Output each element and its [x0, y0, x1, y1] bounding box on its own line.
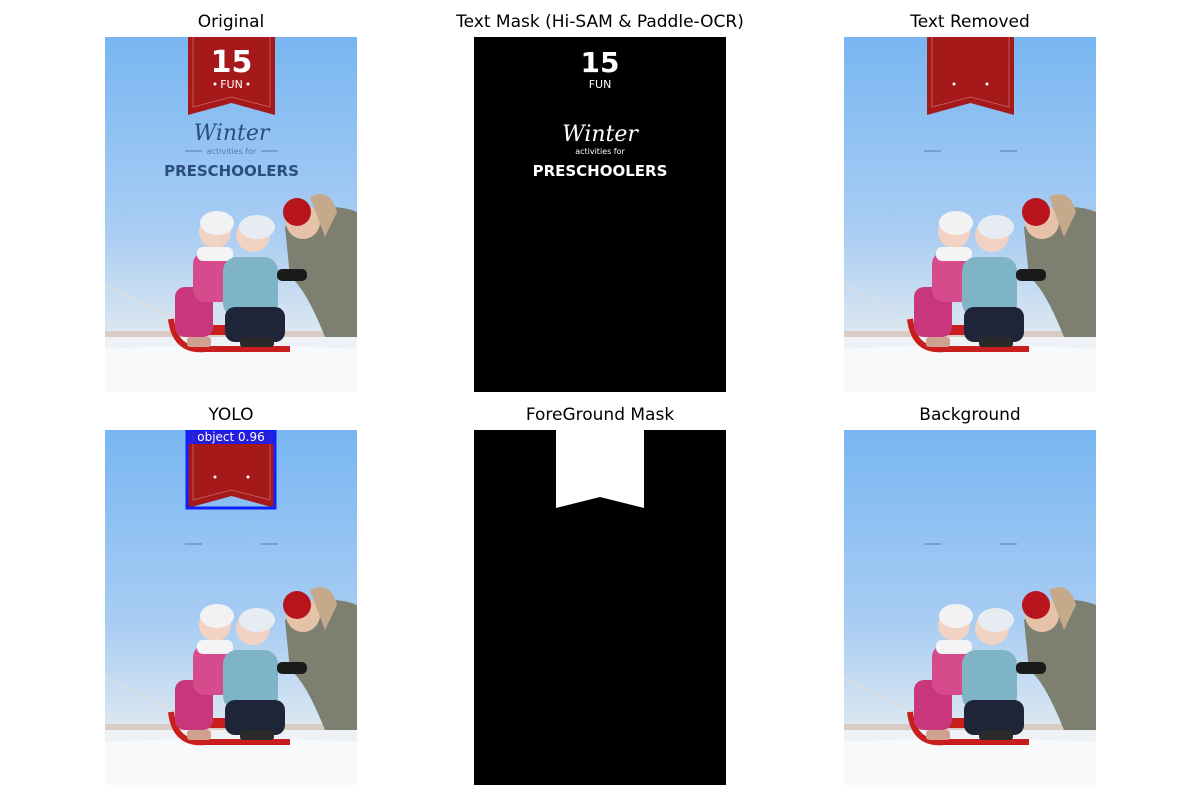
panel-title-foreground-mask: ForeGround Mask [525, 405, 675, 425]
foreground-mask-shape [556, 430, 644, 508]
background-image [844, 430, 1096, 785]
background-panel [844, 430, 1096, 785]
panel-title-text-removed: Text Removed [910, 12, 1030, 32]
text-removed-image [844, 37, 1096, 392]
original-panel: 15 FUN Winter activities for PRESCHOOLER… [105, 37, 357, 392]
yolo-image: object 0.96 [105, 430, 357, 785]
panel-title-original: Original [197, 12, 265, 32]
foreground-mask-image [474, 430, 726, 785]
poster-headline: PRESCHOOLERS [164, 162, 299, 180]
original-image: 15 FUN Winter activities for PRESCHOOLER… [105, 37, 357, 392]
foreground-mask-panel [474, 430, 726, 785]
text-mask-panel: 15 FUN Winter activities for PRESCHOOLER… [474, 37, 726, 392]
yolo-panel: object 0.96 [105, 430, 357, 785]
panel-title-yolo: YOLO [208, 405, 254, 425]
text-removed-panel [844, 37, 1096, 392]
mask-subtitle: activities for [575, 147, 625, 156]
poster-number: 15 [211, 45, 253, 80]
poster-fun: FUN [220, 78, 243, 91]
text-mask-image: 15 FUN Winter activities for PRESCHOOLER… [474, 37, 726, 392]
panel-title-text-mask: Text Mask (Hi-SAM & Paddle-OCR) [456, 12, 744, 32]
poster-script: Winter [194, 121, 271, 146]
mask-script: Winter [562, 122, 639, 147]
poster-subtitle: activities for [207, 147, 257, 156]
panel-title-background: Background [919, 405, 1021, 425]
mask-number: 15 [581, 46, 620, 79]
mask-fun: FUN [589, 78, 612, 91]
mask-headline: PRESCHOOLERS [533, 162, 668, 180]
yolo-label: object 0.96 [197, 430, 265, 444]
